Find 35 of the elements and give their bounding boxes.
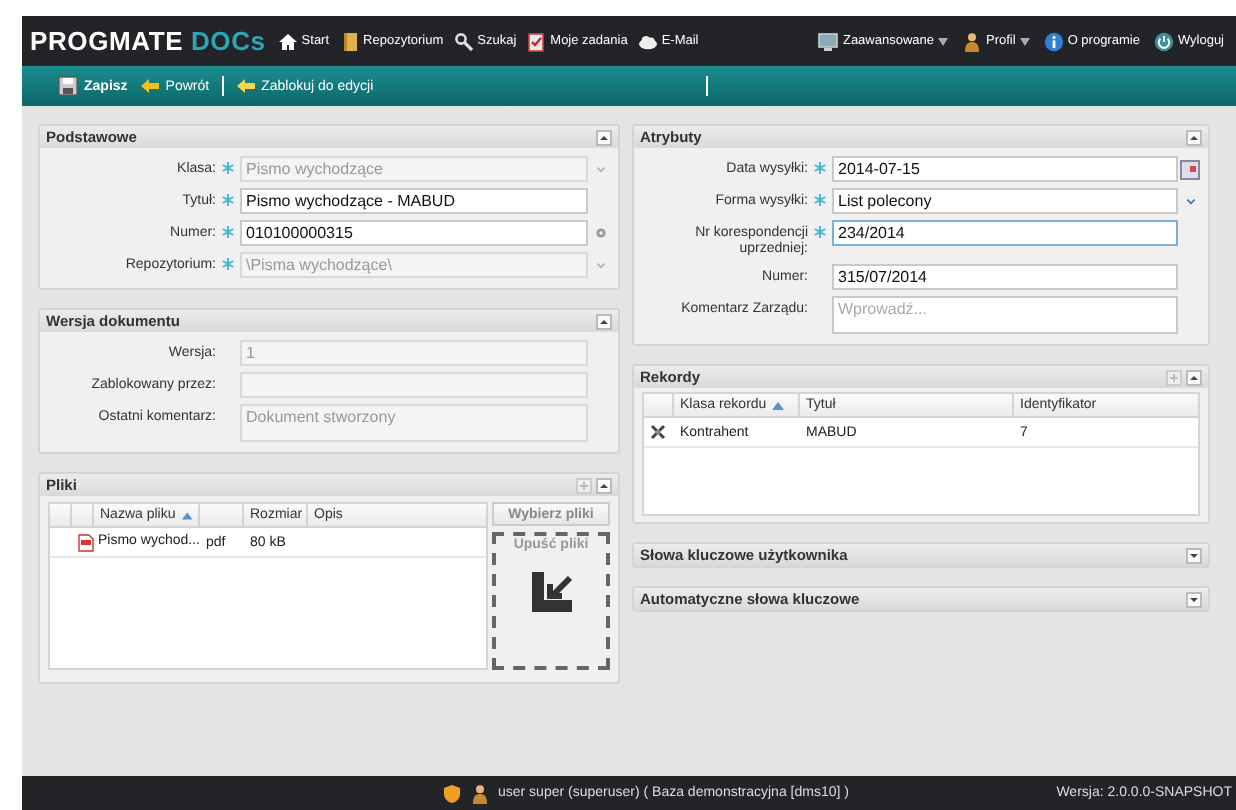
remove-icon[interactable] xyxy=(650,424,666,440)
collapse-button[interactable] xyxy=(1186,129,1202,145)
person-icon xyxy=(962,31,982,51)
logout-icon xyxy=(1153,31,1174,51)
home-icon xyxy=(277,31,298,51)
sort-ascending-icon xyxy=(772,401,785,409)
input-field[interactable]: 234/2014 xyxy=(832,220,1178,246)
monitor-icon xyxy=(818,31,839,51)
input-field[interactable]: Pismo wychodzące - MABUD xyxy=(240,188,588,214)
collapse-button[interactable] xyxy=(596,129,612,145)
collapse-button[interactable] xyxy=(596,477,612,493)
collapse-button[interactable] xyxy=(596,313,612,329)
sort-ascending-icon xyxy=(181,511,192,519)
cloud-icon xyxy=(637,31,658,51)
calendar-icon[interactable] xyxy=(1180,159,1200,179)
collapse-button[interactable] xyxy=(1186,369,1202,385)
pdf-file-icon xyxy=(78,533,94,551)
text-area[interactable]: Wprowadź... xyxy=(832,296,1178,334)
input-field[interactable]: 010100000315 xyxy=(240,220,588,246)
logo: PROGMATE DOCs xyxy=(30,26,266,56)
search-icon xyxy=(453,31,474,51)
document-icon xyxy=(339,31,360,51)
arrow-left-icon xyxy=(139,76,160,96)
clipboard-icon xyxy=(526,31,547,51)
input-field[interactable]: 2014-07-15 xyxy=(832,156,1178,182)
save-icon xyxy=(58,76,78,96)
info-icon xyxy=(1043,31,1064,51)
input-field[interactable]: 315/07/2014 xyxy=(832,264,1178,290)
arrow-left-icon xyxy=(235,76,256,96)
expand-button[interactable] xyxy=(1186,547,1202,563)
drop-arrow-icon xyxy=(527,568,575,616)
person-icon xyxy=(470,783,490,803)
dropdown-field[interactable]: List polecony xyxy=(832,188,1178,214)
expand-button[interactable] xyxy=(1186,591,1202,607)
shield-icon xyxy=(442,783,462,803)
